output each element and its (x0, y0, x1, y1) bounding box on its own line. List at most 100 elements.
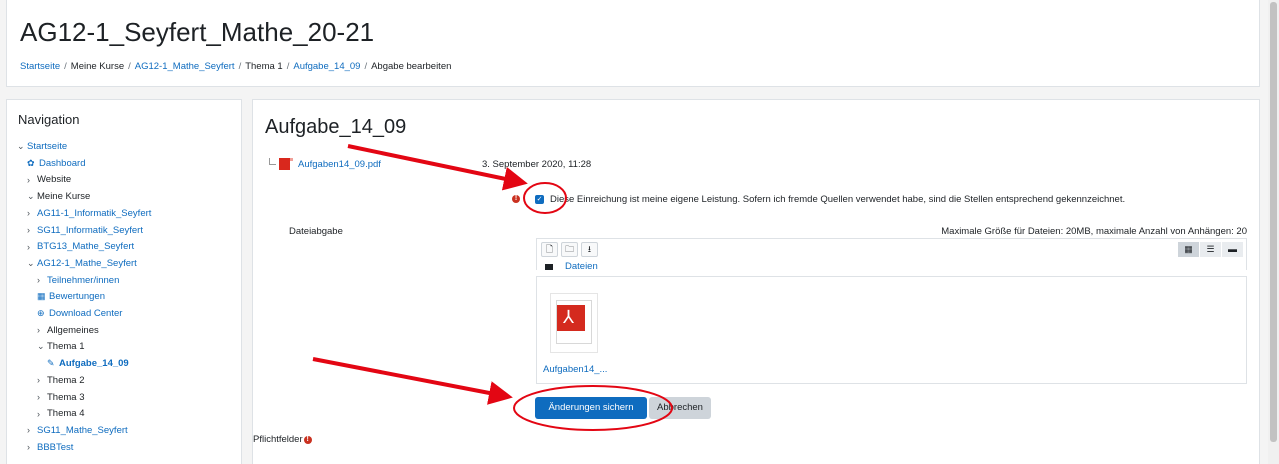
chevron-right-icon[interactable]: › (27, 442, 37, 452)
nav-item[interactable]: › BTG13_Mathe_Seyfert (27, 240, 134, 253)
nav-item-label: SG11_Informatik_Seyfert (37, 224, 143, 236)
breadcrumb-current: Abgabe bearbeiten (371, 61, 452, 72)
breadcrumb: Startseite / Meine Kurse / AG12-1_Mathe_Seyf… (20, 61, 452, 72)
breadcrumb-thema-1: Thema 1 (245, 61, 283, 72)
chevron-right-icon[interactable]: › (37, 392, 47, 402)
pdf-icon (279, 158, 293, 170)
create-folder-button[interactable]: 🗀 (561, 242, 578, 257)
nav-item[interactable]: ⊕ Download Center (37, 307, 122, 320)
folder-icon: 🗀 (564, 244, 574, 254)
grid-icon: ▦ (1184, 244, 1193, 254)
breadcrumb-meine-kurse: Meine Kurse (70, 61, 125, 72)
download-all-button[interactable]: ⭳ (581, 242, 598, 257)
main-content: Aufgabe_14_09 Aufgaben14_09.pdf 3. Septe… (252, 99, 1260, 464)
navigation-block: Navigation ⌄ Startseite ✿ Dashboard › Website… (6, 99, 242, 464)
add-file-button[interactable]: 🗋 (541, 242, 558, 257)
scrollbar-thumb[interactable] (1270, 2, 1277, 442)
chevron-right-icon[interactable]: › (37, 375, 47, 385)
chevron-right-icon[interactable]: › (27, 225, 37, 235)
breadcrumb-course[interactable]: AG12-1_Mathe_Seyfert (135, 61, 235, 72)
folder-link-dateien[interactable]: Dateien (565, 261, 598, 272)
chevron-right-icon[interactable]: › (37, 275, 47, 285)
filemanager-files[interactable]: Aufgaben14_... (536, 276, 1247, 384)
attachment-row: Aufgaben14_09.pdf (269, 157, 381, 170)
nav-item-label: SG11_Mathe_Seyfert (37, 424, 128, 436)
nav-item[interactable]: ⌄ Thema 1 (37, 340, 85, 353)
filemanager-path: Dateien (545, 261, 598, 272)
cancel-button[interactable]: Abbrechen (649, 397, 711, 419)
chevron-right-icon[interactable]: › (27, 208, 37, 218)
nav-item-label: AG11-1_Informatik_Seyfert (37, 207, 152, 219)
file-tile[interactable] (550, 293, 598, 353)
attachment-date: 3. September 2020, 11:28 (482, 159, 592, 170)
nav-item-label: Thema 2 (47, 374, 85, 386)
nav-item[interactable]: ⌄ Meine Kurse (27, 190, 90, 203)
nav-item-label: Bewertungen (49, 291, 105, 303)
nav-item-label: BTG13_Mathe_Seyfert (37, 241, 135, 253)
nav-item[interactable]: › Thema 3 (37, 391, 85, 404)
required-fields-label: Pflichtfelder (253, 434, 303, 445)
file-tile-name[interactable]: Aufgaben14_... (543, 364, 607, 375)
nav-item[interactable]: › SG11_Mathe_Seyfert (27, 424, 128, 437)
max-size-info: Maximale Größe für Dateien: 20MB, maxima… (941, 226, 1247, 237)
nav-item-label: Meine Kurse (37, 191, 91, 203)
chevron-down-icon[interactable]: ⌄ (27, 258, 37, 269)
nav-item[interactable]: › Teilnehmer/innen (37, 274, 119, 287)
download-icon: ⭳ (587, 244, 592, 254)
attachment-link[interactable]: Aufgaben14_09.pdf (298, 159, 381, 170)
download-icon: ⊕ (37, 308, 45, 318)
chevron-right-icon[interactable]: › (27, 425, 37, 435)
nav-item-label: Aufgabe_14_09 (59, 358, 129, 370)
filemanager-toolbar: 🗋 🗀 ⭳ ▦ ☰ ▬ Dateien (536, 238, 1247, 272)
folder-tree-icon: ▬ (1228, 244, 1237, 254)
nav-item-label: Thema 3 (47, 391, 85, 403)
nav-item-label: Teilnehmer/innen (47, 274, 120, 286)
nav-item[interactable]: ✿ Dashboard (27, 157, 85, 170)
nav-item-label: Dashboard (39, 157, 86, 169)
nav-item[interactable]: ✎ Aufgabe_14_09 (47, 357, 129, 370)
nav-item[interactable]: ⌄ Startseite (17, 140, 67, 153)
nav-item-label: Startseite (27, 141, 68, 152)
chevron-right-icon[interactable]: › (27, 242, 37, 252)
page-scrollbar[interactable] (1268, 0, 1279, 464)
nav-item[interactable]: › Allgemeines (37, 324, 99, 337)
nav-item-label: Thema 4 (47, 408, 85, 420)
chevron-right-icon[interactable]: › (27, 175, 37, 185)
chevron-down-icon[interactable]: ⌄ (37, 341, 47, 352)
nav-item[interactable]: › Thema 2 (37, 374, 85, 387)
file-icon: 🗋 (545, 244, 554, 254)
chevron-down-icon[interactable]: ⌄ (17, 141, 27, 152)
nav-item[interactable]: › BBBTest (27, 441, 73, 454)
folder-small-icon (545, 263, 553, 270)
view-tree-button[interactable]: ▬ (1222, 242, 1243, 257)
nav-item[interactable]: ⌄ AG12-1_Mathe_Seyfert (27, 257, 137, 270)
breadcrumb-startseite[interactable]: Startseite (20, 61, 60, 72)
nav-item-label: BBBTest (37, 441, 74, 453)
nav-item[interactable]: › Website (27, 173, 71, 186)
nav-item-label: AG12-1_Mathe_Seyfert (37, 257, 137, 269)
navigation-title: Navigation (18, 112, 80, 127)
table-icon: ▦ (37, 291, 46, 302)
nav-item[interactable]: ▦ Bewertungen (37, 290, 105, 303)
chevron-right-icon[interactable]: › (37, 325, 47, 335)
chevron-down-icon[interactable]: ⌄ (27, 191, 37, 202)
nav-item-label: Download Center (49, 308, 123, 319)
view-list-button[interactable]: ☰ (1200, 242, 1221, 257)
declaration-checkbox[interactable]: ✓ (535, 195, 544, 204)
nav-item[interactable]: › SG11_Informatik_Seyfert (27, 224, 143, 237)
required-icon: ! (512, 195, 520, 203)
chevron-right-icon[interactable]: › (37, 409, 47, 419)
course-title: AG12-1_Seyfert_Mathe_20-21 (20, 17, 375, 47)
view-icons-button[interactable]: ▦ (1178, 242, 1199, 257)
save-changes-button[interactable]: Änderungen sichern (535, 397, 647, 419)
nav-item[interactable]: › Thema 4 (37, 407, 85, 420)
pdf-file-icon (556, 300, 592, 344)
declaration-label: Diese Einreichung ist meine eigene Leist… (550, 194, 1126, 205)
nav-item[interactable]: › AG11-1_Informatik_Seyfert (27, 207, 151, 220)
required-icon-small: ! (303, 435, 312, 444)
dashboard-icon: ✿ (27, 157, 35, 168)
nav-item-label: Allgemeines (47, 324, 99, 336)
required-fields-note: Pflichtfelder ! (253, 434, 312, 445)
page-header: AG12-1_Seyfert_Mathe_20-21 Startseite / Me… (6, 0, 1260, 87)
breadcrumb-assignment[interactable]: Aufgabe_14_09 (293, 61, 360, 72)
